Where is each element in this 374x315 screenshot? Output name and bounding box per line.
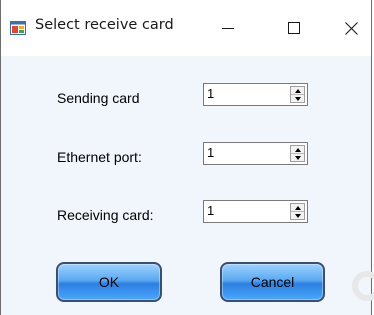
cancel-button-label: Cancel <box>250 274 295 290</box>
arrow-down-icon <box>294 213 301 218</box>
spin-down-button[interactable] <box>291 212 304 219</box>
sending-card-label: Sending card <box>57 90 140 106</box>
cancel-button[interactable]: Cancel <box>220 262 325 302</box>
receiving-card-spinbox[interactable]: 1 <box>203 200 308 223</box>
arrow-down-icon <box>294 155 301 160</box>
maximize-button[interactable] <box>271 0 317 56</box>
ethernet-port-spin-arrows <box>290 145 305 162</box>
app-window-icon <box>10 21 26 35</box>
spin-up-button[interactable] <box>291 87 304 95</box>
close-icon <box>344 21 358 35</box>
ethernet-port-value[interactable]: 1 <box>207 145 214 160</box>
arrow-down-icon <box>294 96 301 101</box>
ok-button-label: OK <box>98 274 120 290</box>
close-button[interactable] <box>328 0 374 56</box>
arrow-up-icon <box>294 147 301 152</box>
arrow-up-icon <box>294 205 301 210</box>
window-title: Select receive card <box>35 17 174 33</box>
maximize-icon <box>288 22 300 34</box>
sending-card-spin-arrows <box>290 86 305 103</box>
arrow-up-icon <box>294 88 301 93</box>
watermark-circle <box>352 271 374 301</box>
select-receive-card-dialog: Select receive card Sending card 1 Ether… <box>0 0 372 315</box>
ok-button[interactable]: OK <box>56 262 162 302</box>
spin-down-button[interactable] <box>291 95 304 102</box>
receiving-card-label: Receiving card: <box>57 207 154 223</box>
ethernet-port-spinbox[interactable]: 1 <box>203 142 308 165</box>
sending-card-value[interactable]: 1 <box>207 86 214 101</box>
receiving-card-value[interactable]: 1 <box>207 203 214 218</box>
minimize-icon <box>222 28 234 29</box>
title-bar[interactable]: Select receive card <box>1 0 371 56</box>
spin-down-button[interactable] <box>291 154 304 161</box>
receiving-card-spin-arrows <box>290 203 305 220</box>
minimize-button[interactable] <box>205 0 251 56</box>
spin-up-button[interactable] <box>291 204 304 212</box>
spin-up-button[interactable] <box>291 146 304 154</box>
sending-card-spinbox[interactable]: 1 <box>203 83 308 106</box>
ethernet-port-label: Ethernet port: <box>57 149 142 165</box>
